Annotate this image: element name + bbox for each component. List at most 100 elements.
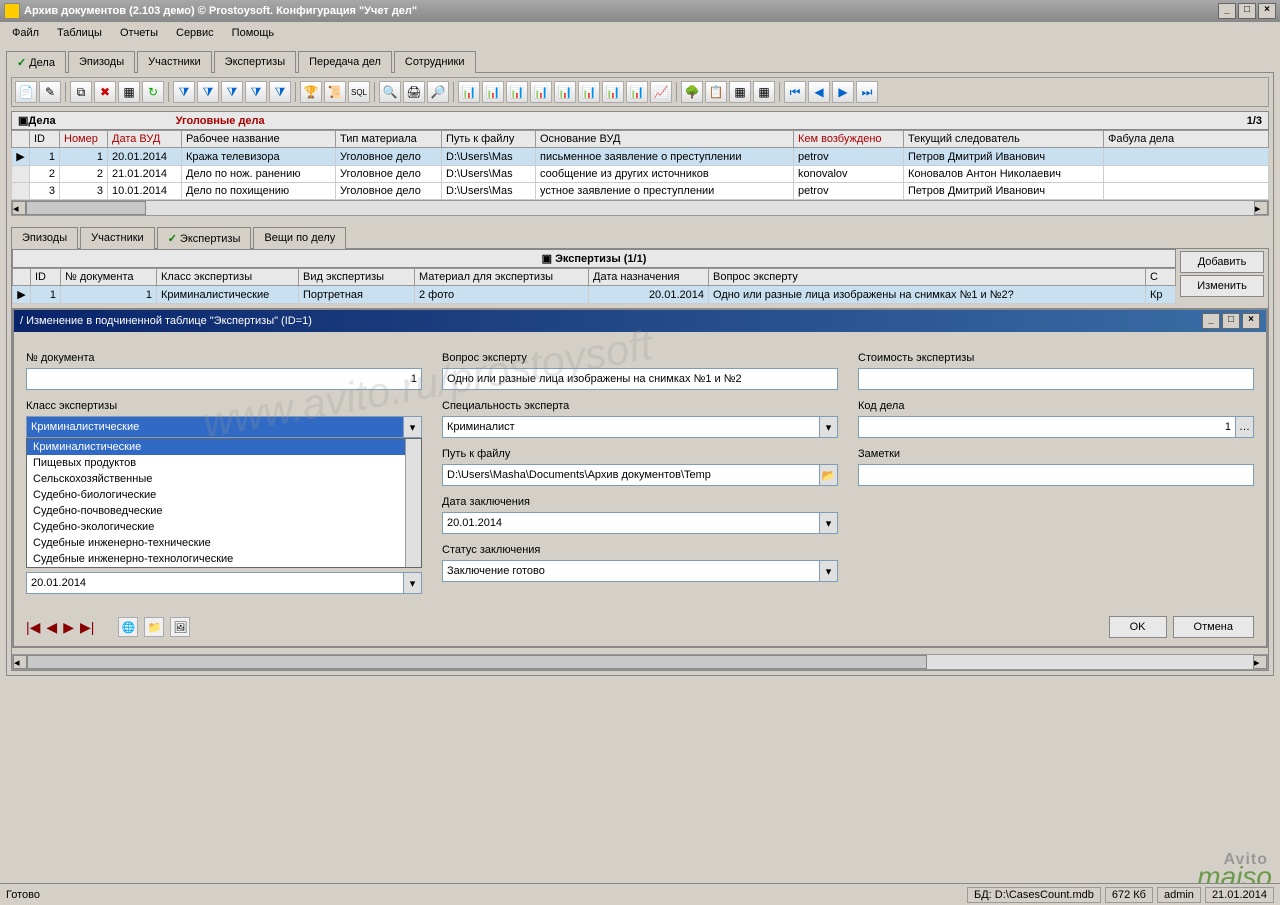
dlg-min-button[interactable]: _	[1202, 313, 1220, 329]
class-dropdown-list[interactable]: Криминалистические Пищевых продуктов Сел…	[26, 438, 422, 568]
tab-episodes[interactable]: Эпизоды	[68, 51, 135, 73]
tab-staff[interactable]: Сотрудники	[394, 51, 476, 73]
ellipsis-button[interactable]: …	[1236, 416, 1254, 438]
print-icon[interactable]: 🖨	[403, 81, 425, 103]
export1-icon[interactable]: 📊	[458, 81, 480, 103]
ok-button[interactable]: OK	[1109, 616, 1167, 638]
img-icon[interactable]: 🖼	[170, 617, 190, 637]
table-row[interactable]: ▶11КриминалистическиеПортретная2 фото20.…	[13, 286, 1176, 304]
globe-icon[interactable]: 🌐	[118, 617, 138, 637]
edit-button[interactable]: Изменить	[1180, 275, 1264, 297]
prev-icon[interactable]: ◀	[808, 81, 830, 103]
first-icon[interactable]: ⏮	[784, 81, 806, 103]
chart-icon[interactable]: 📈	[650, 81, 672, 103]
subtab-items[interactable]: Вещи по делу	[253, 227, 346, 249]
browse-icon[interactable]: 📂	[820, 464, 838, 486]
subtab-participants[interactable]: Участники	[80, 227, 155, 249]
subtab-episodes[interactable]: Эпизоды	[11, 227, 78, 249]
grid-header-bar: ▣ Дела Уголовные дела 1/3	[11, 111, 1269, 130]
export8-icon[interactable]: 📊	[626, 81, 648, 103]
search-icon[interactable]: 🔍	[379, 81, 401, 103]
h-scrollbar-2[interactable]: ◂▸	[12, 654, 1268, 670]
rec-first-icon[interactable]: |◀	[26, 619, 40, 636]
tree4-icon[interactable]: ▦	[753, 81, 775, 103]
menu-file[interactable]: Файл	[4, 25, 47, 41]
add-button[interactable]: Добавить	[1180, 251, 1264, 273]
dd-scrollbar[interactable]	[405, 439, 421, 567]
preview-icon[interactable]: 🔎	[427, 81, 449, 103]
dropdown-arrow-icon[interactable]: ▾	[820, 512, 838, 534]
export6-icon[interactable]: 📊	[578, 81, 600, 103]
subtab-expertise[interactable]: ✓Экспертизы	[157, 227, 252, 249]
edit-icon[interactable]: ✎	[39, 81, 61, 103]
class-combo[interactable]	[26, 416, 404, 438]
sql-icon[interactable]: SQL	[348, 81, 370, 103]
rec-next-icon[interactable]: ▶	[63, 619, 74, 636]
notes-input[interactable]	[858, 464, 1254, 486]
copy-icon[interactable]: ⧉	[70, 81, 92, 103]
close-button[interactable]: ×	[1258, 3, 1276, 19]
export4-icon[interactable]: 📊	[530, 81, 552, 103]
dialog-title: / Изменение в подчиненной таблице "Экспе…	[20, 315, 312, 327]
refresh-icon[interactable]: ↻	[142, 81, 164, 103]
filter5-icon[interactable]: ⧩	[269, 81, 291, 103]
export5-icon[interactable]: 📊	[554, 81, 576, 103]
filter1-icon[interactable]: ⧩	[173, 81, 195, 103]
expertise-table[interactable]: ID№ документаКласс экспертизыВид эксперт…	[12, 268, 1176, 304]
filter2-icon[interactable]: ⧩	[197, 81, 219, 103]
minimize-button[interactable]: _	[1218, 3, 1236, 19]
tab-participants[interactable]: Участники	[137, 51, 212, 73]
status-combo[interactable]	[442, 560, 820, 582]
tab-cases[interactable]: ✓Дела	[6, 51, 66, 73]
filter3-icon[interactable]: ⧩	[221, 81, 243, 103]
dlg-max-button[interactable]: □	[1222, 313, 1240, 329]
menu-reports[interactable]: Отчеты	[112, 25, 166, 41]
menu-tables[interactable]: Таблицы	[49, 25, 110, 41]
app-icon	[4, 3, 20, 19]
trophy-icon[interactable]: 🏆	[300, 81, 322, 103]
grid-pager: 1/3	[1247, 115, 1262, 127]
maximize-button[interactable]: □	[1238, 3, 1256, 19]
rec-prev-icon[interactable]: ◀	[46, 619, 57, 636]
menu-service[interactable]: Сервис	[168, 25, 222, 41]
export7-icon[interactable]: 📊	[602, 81, 624, 103]
export2-icon[interactable]: 📊	[482, 81, 504, 103]
date-assign-input[interactable]	[26, 572, 404, 594]
doc-no-input[interactable]	[26, 368, 422, 390]
grid-icon[interactable]: ▦	[118, 81, 140, 103]
filter4-icon[interactable]: ⧩	[245, 81, 267, 103]
cases-table[interactable]: IDНомерДата ВУД Рабочее названиеТип мате…	[11, 130, 1269, 200]
path-input[interactable]	[442, 464, 820, 486]
table-row[interactable]: ▶11 20.01.2014Кража телевизораУголовное …	[12, 148, 1269, 166]
tree1-icon[interactable]: 🌳	[681, 81, 703, 103]
menu-help[interactable]: Помощь	[224, 25, 283, 41]
dropdown-arrow-icon[interactable]: ▾	[820, 416, 838, 438]
tree2-icon[interactable]: 📋	[705, 81, 727, 103]
concl-date-input[interactable]	[442, 512, 820, 534]
export3-icon[interactable]: 📊	[506, 81, 528, 103]
dropdown-arrow-icon[interactable]: ▾	[820, 560, 838, 582]
h-scrollbar[interactable]: ◂▸	[11, 200, 1269, 216]
table-row[interactable]: 33 10.01.2014Дело по похищениюУголовное …	[12, 183, 1269, 200]
new-icon[interactable]: 📄	[15, 81, 37, 103]
table-row[interactable]: 22 21.01.2014Дело по нож. ранениюУголовн…	[12, 166, 1269, 183]
rec-last-icon[interactable]: ▶|	[80, 619, 94, 636]
tree3-icon[interactable]: ▦	[729, 81, 751, 103]
case-code-input[interactable]	[858, 416, 1236, 438]
tab-transfer[interactable]: Передача дел	[298, 51, 392, 73]
cancel-button[interactable]: Отмена	[1173, 616, 1254, 638]
question-input[interactable]	[442, 368, 838, 390]
next-icon[interactable]: ▶	[832, 81, 854, 103]
dropdown-arrow-icon[interactable]: ▾	[404, 416, 422, 438]
tab-expertise[interactable]: Экспертизы	[214, 51, 296, 73]
last-icon[interactable]: ⏭	[856, 81, 878, 103]
folder-icon[interactable]: 📁	[144, 617, 164, 637]
main-tabs: ✓Дела Эпизоды Участники Экспертизы Перед…	[6, 50, 1274, 72]
dropdown-arrow-icon[interactable]: ▾	[404, 572, 422, 594]
cost-input[interactable]	[858, 368, 1254, 390]
spec-combo[interactable]	[442, 416, 820, 438]
dlg-close-button[interactable]: ×	[1242, 313, 1260, 329]
script-icon[interactable]: 📜	[324, 81, 346, 103]
status-bar: Готово БД: D:\CasesCount.mdb 672 Кб admi…	[0, 883, 1280, 905]
delete-icon[interactable]: ✖	[94, 81, 116, 103]
